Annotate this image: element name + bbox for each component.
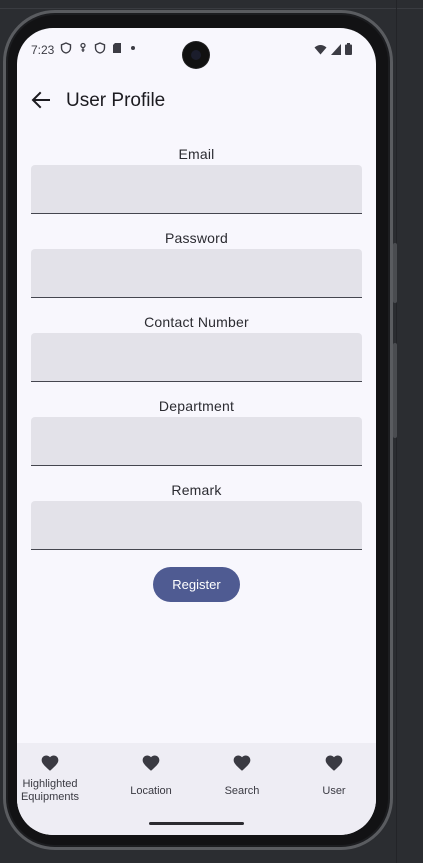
more-notifications-dot [131, 46, 135, 50]
nav-item-user[interactable]: User [289, 743, 376, 823]
shield-icon [60, 42, 72, 54]
heart-icon [142, 755, 160, 771]
page-title: User Profile [66, 90, 166, 111]
sd-card-icon [113, 43, 121, 53]
password-field-group: Password [31, 230, 362, 314]
contact-number-field-group: Contact Number [31, 314, 362, 398]
battery-icon [345, 43, 352, 55]
remark-field[interactable] [31, 501, 362, 550]
heart-icon [325, 755, 343, 771]
register-button[interactable]: Register [153, 567, 240, 602]
password-label: Password [164, 230, 229, 246]
shield-icon [94, 42, 106, 54]
remark-field-group: Remark [31, 482, 362, 566]
email-field[interactable] [31, 165, 362, 214]
email-field-group: Email [31, 146, 362, 230]
department-label: Department [158, 398, 235, 414]
remark-label: Remark [171, 482, 222, 498]
nav-label-user: User [322, 785, 346, 797]
contact-number-field[interactable] [31, 333, 362, 382]
status-notification-icons [60, 42, 135, 54]
emulator-top-divider [0, 8, 423, 9]
status-time: 7:23 [31, 43, 55, 57]
power-button[interactable] [393, 243, 397, 303]
home-gesture-bar[interactable] [149, 822, 244, 825]
status-system-icons [314, 43, 352, 55]
nav-label-search: Search [224, 785, 260, 797]
wifi-icon [314, 44, 327, 54]
heart-icon [41, 755, 59, 771]
nav-item-highlighted-equipments[interactable]: Highlighted Equipments [17, 743, 95, 823]
front-camera [183, 42, 209, 68]
vpn-key-icon [80, 42, 86, 52]
nav-item-search[interactable]: Search [197, 743, 287, 823]
department-field-group: Department [31, 398, 362, 482]
email-label: Email [178, 146, 215, 162]
top-app-bar: User Profile [17, 84, 376, 120]
user-profile-form: Email Password Contact Number Department… [31, 146, 362, 566]
contact-number-label: Contact Number [144, 314, 249, 330]
department-field[interactable] [31, 417, 362, 466]
device-screen: 7:23 User Profile Email Password Contact… [17, 28, 376, 835]
heart-icon [233, 755, 251, 771]
nav-item-location[interactable]: Location [106, 743, 196, 823]
nav-label-location: Location [130, 785, 172, 797]
bottom-navigation-bar: Highlighted Equipments Location Search U… [17, 743, 376, 835]
cellular-signal-icon [331, 43, 341, 55]
password-field[interactable] [31, 249, 362, 298]
nav-label-highlighted-equipments: Highlighted Equipments [20, 778, 80, 803]
volume-button[interactable] [393, 343, 397, 438]
status-bar: 7:23 [17, 28, 376, 72]
arrow-back-icon[interactable] [29, 88, 53, 112]
